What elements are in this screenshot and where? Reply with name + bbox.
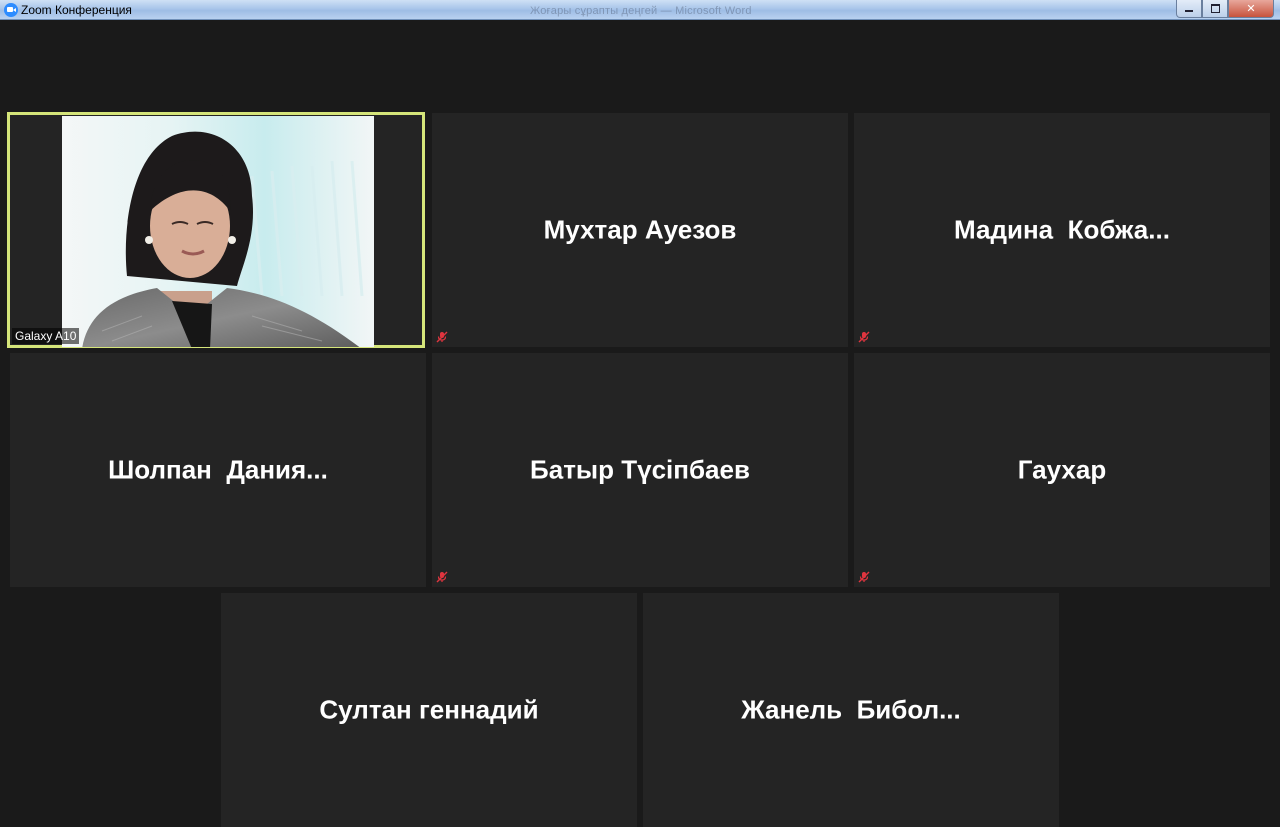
microphone-muted-icon — [858, 571, 870, 583]
participant-name: Шолпан Дания... — [108, 454, 328, 485]
participant-tile-video[interactable]: Galaxy A10 — [7, 112, 425, 348]
window-title: Zoom Конференция — [21, 3, 132, 17]
participant-name: Гаухар — [1017, 454, 1107, 485]
restore-icon — [1210, 4, 1220, 13]
background-window-title: Жоғары сұрапты деңгей — Microsoft Word — [530, 5, 752, 17]
participant-name: Мадина Кобжа... — [954, 214, 1170, 245]
microphone-muted-icon — [436, 331, 448, 343]
minimize-icon — [1185, 10, 1193, 12]
restore-button[interactable] — [1202, 0, 1228, 18]
close-icon: ✕ — [1246, 2, 1256, 15]
participant-tile[interactable]: Шолпан Дания... — [10, 353, 426, 587]
participant-tile[interactable]: Мадина Кобжа... — [854, 113, 1270, 347]
minimize-button[interactable] — [1176, 0, 1202, 18]
participant-name: Мухтар Ауезов — [543, 214, 737, 245]
participant-video-feed — [62, 116, 374, 347]
close-button[interactable]: ✕ — [1228, 0, 1274, 18]
participant-name: Батыр Түсіпбаев — [530, 454, 750, 485]
participant-tile[interactable]: Батыр Түсіпбаев — [432, 353, 848, 587]
participant-tile[interactable]: Султан геннадий — [221, 593, 637, 827]
participant-name: Жанель Бибол... — [741, 694, 961, 725]
microphone-muted-icon — [436, 571, 448, 583]
participant-tile[interactable]: Мухтар Ауезов — [432, 113, 848, 347]
participant-tile[interactable]: Гаухар — [854, 353, 1270, 587]
zoom-logo-icon — [4, 3, 18, 17]
window-controls: ✕ — [1176, 0, 1274, 18]
window-titlebar: Zoom Конференция Жоғары сұрапты деңгей —… — [0, 0, 1280, 20]
participant-name-label: Galaxy A10 — [12, 328, 80, 344]
microphone-muted-icon — [858, 331, 870, 343]
participant-tile[interactable]: Жанель Бибол... — [643, 593, 1059, 827]
participant-name: Султан геннадий — [319, 694, 539, 725]
